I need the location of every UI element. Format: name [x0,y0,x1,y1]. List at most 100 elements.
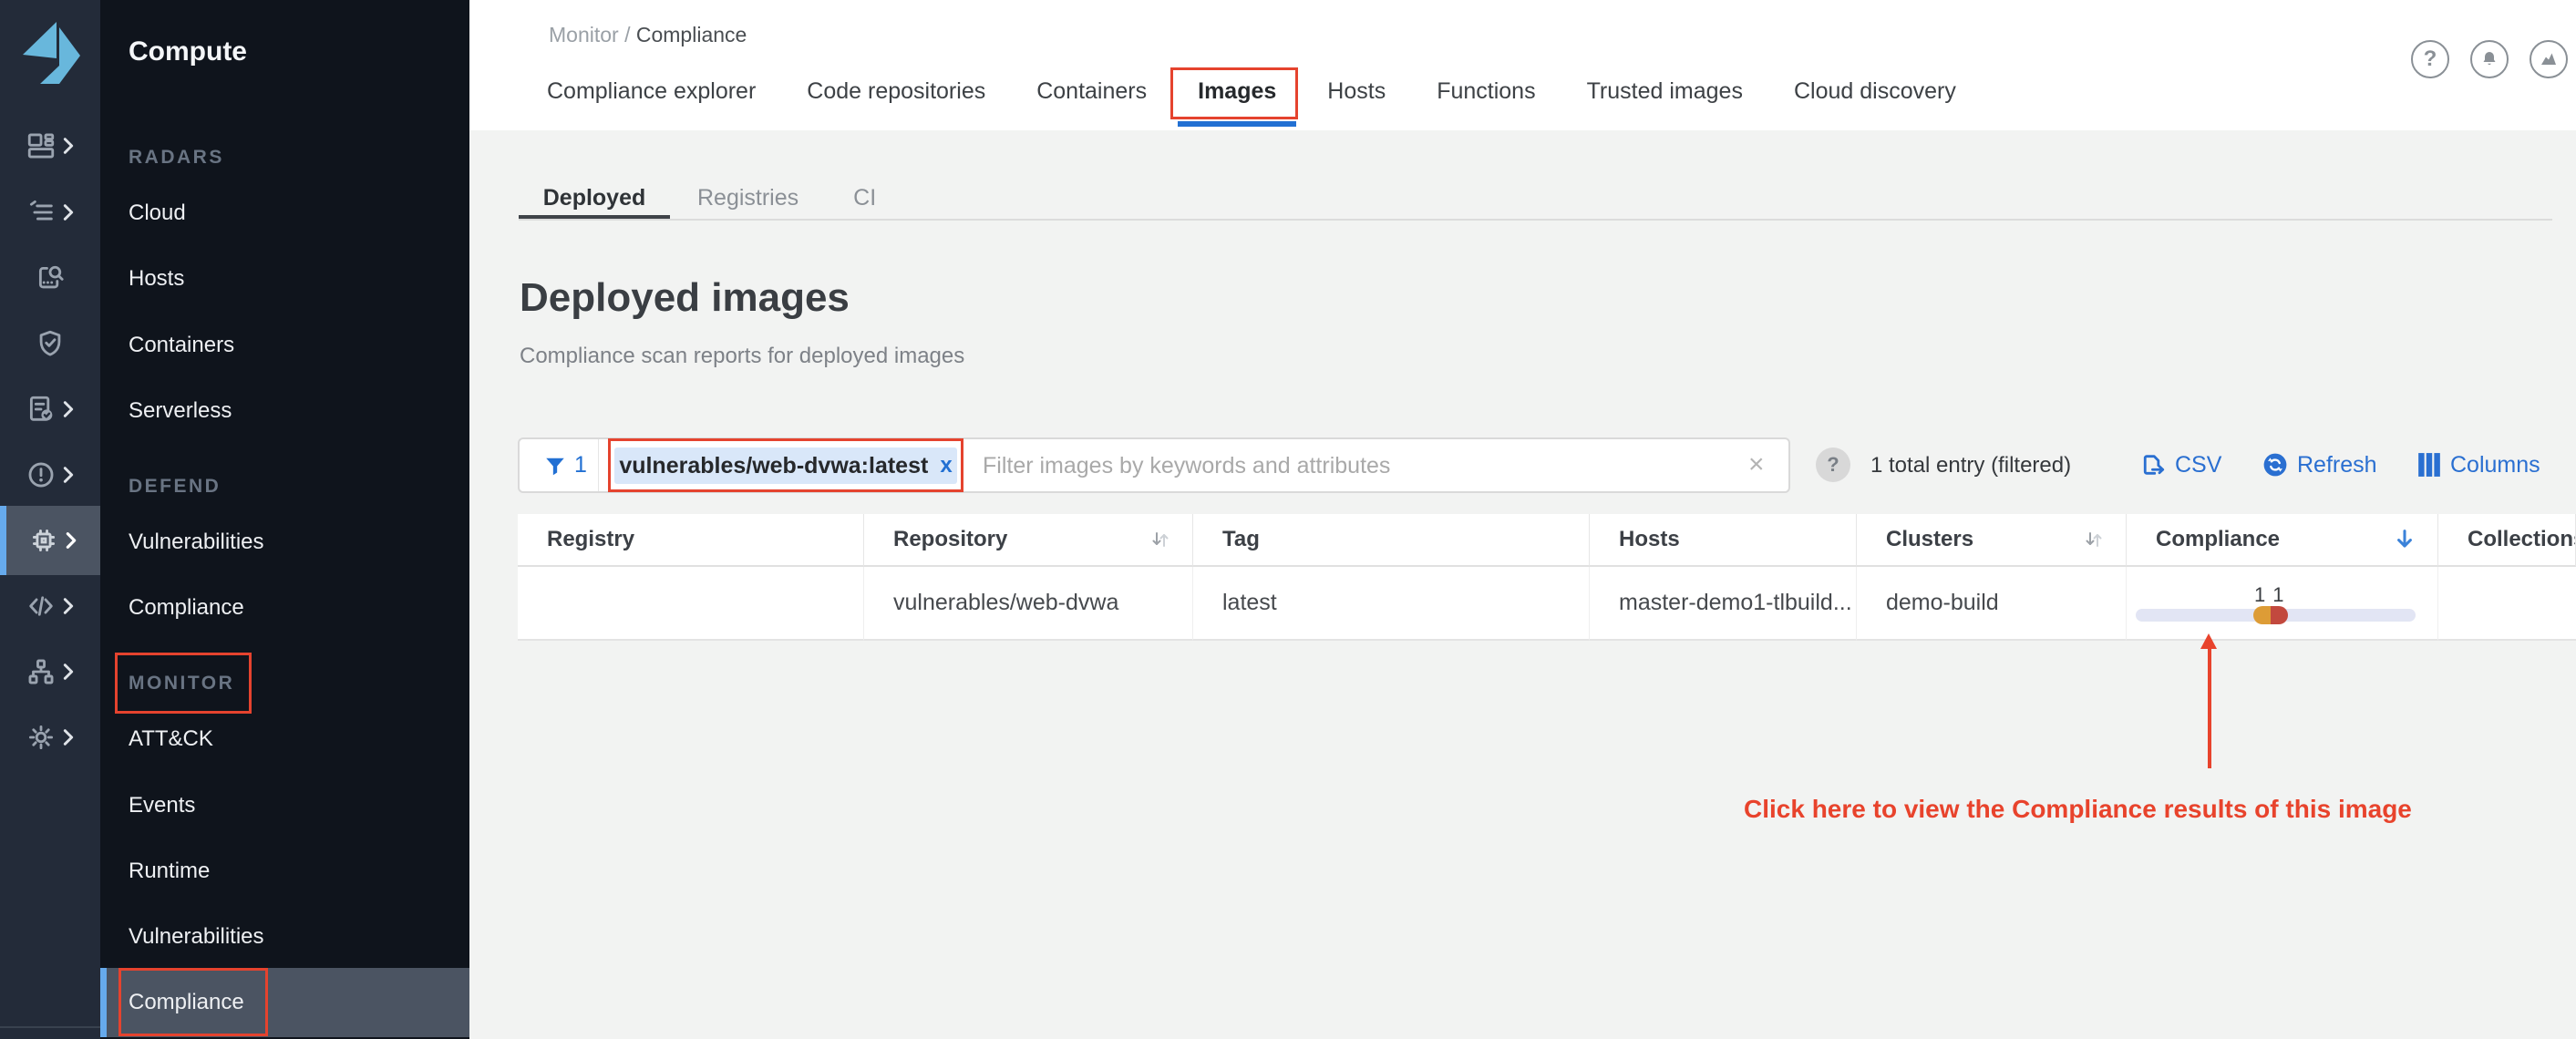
document-check-icon [26,394,57,425]
prisma-compute-logo[interactable] [20,16,80,87]
rail-item-serverless[interactable] [0,376,100,442]
shield-check-icon [35,328,66,359]
tab-trusted-images[interactable]: Trusted images [1587,52,1743,130]
gear-icon [26,722,57,753]
rail-item-alerts[interactable] [0,442,100,508]
chevron-right-icon [61,727,76,747]
sidebar-item-containers[interactable]: Containers [129,327,234,364]
tab-hosts[interactable]: Hosts [1327,52,1386,130]
sidebar-item-monitor-vulnerabilities[interactable]: Vulnerabilities [129,919,264,955]
sidebar-item-defend-vulnerabilities[interactable]: Vulnerabilities [129,524,264,561]
main-tabs: Compliance explorer Code repositories Co… [547,52,1956,130]
compliance-bar[interactable]: 1 1 [2136,567,2416,639]
tab-code-repositories[interactable]: Code repositories [807,52,985,130]
section-label-radars: RADARS [129,139,224,176]
sidebar-item-runtime[interactable]: Runtime [129,853,210,890]
subtabs-divider [519,219,2552,221]
rail-item-settings[interactable] [0,705,100,770]
column-label: Tag [1222,527,1260,552]
rail-item-network[interactable] [0,639,100,705]
chevron-right-icon [61,136,76,156]
chevron-right-icon [61,465,76,485]
breadcrumb-section[interactable]: Monitor [549,23,619,46]
rail-item-code[interactable] [0,573,100,639]
cell-repository: vulnerables/web-dvwa [864,567,1193,641]
cell-registry [518,567,864,641]
help-icon[interactable]: ? [2411,40,2449,78]
column-label: Collections [2468,527,2576,552]
column-label: Clusters [1886,527,1973,552]
network-icon [26,656,57,687]
chip-icon [28,525,59,556]
column-header-tag[interactable]: Tag [1193,514,1590,567]
annotation-arrow-head [2200,633,2217,649]
radar-list-icon [26,197,57,228]
compliance-count-critical: 1 [2272,583,2283,607]
clear-filter-icon[interactable]: × [1748,449,1765,480]
tab-containers[interactable]: Containers [1036,52,1147,130]
section-label-defend: DEFEND [129,468,221,505]
filter-input[interactable] [981,439,1732,493]
sidebar-item-monitor-compliance-active[interactable]: Compliance [100,968,469,1037]
column-header-hosts[interactable]: Hosts [1590,514,1857,567]
subtab-ci[interactable]: CI [826,175,903,221]
tab-compliance-explorer[interactable]: Compliance explorer [547,52,756,130]
rail-item-monitor-active[interactable] [0,506,100,575]
app-title: Compute [129,36,247,67]
page-subtitle: Compliance scan reports for deployed ima… [520,344,964,369]
rail-item-radars[interactable] [0,113,100,179]
rail-item-policies[interactable] [0,180,100,245]
document-search-icon [35,262,66,293]
csv-label: CSV [2175,452,2221,478]
filter-bar: 1 vulnerables/web-dvwa:latest x × [518,437,1790,493]
chevron-right-icon [64,530,78,550]
csv-export-icon [2140,452,2166,478]
column-label: Hosts [1619,527,1680,552]
sidebar-item-events[interactable]: Events [129,787,195,824]
columns-icon [2417,452,2441,478]
cell-hosts: master-demo1-tlbuild... [1590,567,1857,641]
filter-chip[interactable]: vulnerables/web-dvwa:latest x [614,447,957,484]
chevron-right-icon [61,662,76,682]
sidebar-item-defend-compliance[interactable]: Compliance [129,590,244,626]
tab-functions[interactable]: Functions [1437,52,1535,130]
sidebar-item-serverless[interactable]: Serverless [129,393,232,429]
subtab-registries[interactable]: Registries [670,175,826,221]
sidebar-item-hosts[interactable]: Hosts [129,261,184,297]
prisma-compute-compliance-page: { "colors": { "accent_blue": "#2270d3", … [0,0,2576,1039]
column-label: Registry [547,527,634,552]
annotation-text: Click here to view the Compliance result… [1744,795,2412,824]
columns-button[interactable]: Columns [2417,448,2540,481]
column-header-registry[interactable]: Registry [518,514,864,567]
filter-help-icon[interactable]: ? [1816,447,1850,482]
chip-remove-icon[interactable]: x [940,453,952,478]
sidebar-item-attack[interactable]: ATT&CK [129,721,213,757]
csv-button[interactable]: CSV [2140,448,2221,481]
sidebar-menu: Compute RADARS Cloud Hosts Containers Se… [100,0,469,1039]
cell-clusters: demo-build [1857,567,2127,641]
sidebar-item-cloud[interactable]: Cloud [129,195,186,231]
alert-circle-icon [26,459,57,490]
column-header-compliance[interactable]: Compliance [2127,514,2438,567]
rail-item-defend[interactable] [0,311,100,376]
sort-both-icon [1149,528,1172,551]
chevron-right-icon [61,399,76,419]
total-entries: 1 total entry (filtered) [1870,453,2071,478]
tab-cloud-discovery[interactable]: Cloud discovery [1794,52,1956,130]
chevron-right-icon [61,596,76,616]
stats-icon[interactable] [2530,40,2568,78]
column-header-repository[interactable]: Repository [864,514,1193,567]
filter-count: 1 [574,452,587,478]
top-header: Monitor / Compliance Compliance explorer… [469,0,2576,130]
tab-images[interactable]: Images [1198,52,1276,130]
refresh-button[interactable]: Refresh [2262,448,2377,481]
subtab-deployed[interactable]: Deployed [519,175,670,221]
bell-icon[interactable] [2470,40,2509,78]
rail-item-search[interactable] [0,245,100,311]
dashboard-icon [26,130,57,161]
filter-funnel-icon [543,455,567,478]
column-label: Repository [893,527,1007,552]
sidebar-item-label: Compliance [129,984,244,1021]
column-header-clusters[interactable]: Clusters [1857,514,2127,567]
column-header-collections[interactable]: Collections [2438,514,2576,567]
